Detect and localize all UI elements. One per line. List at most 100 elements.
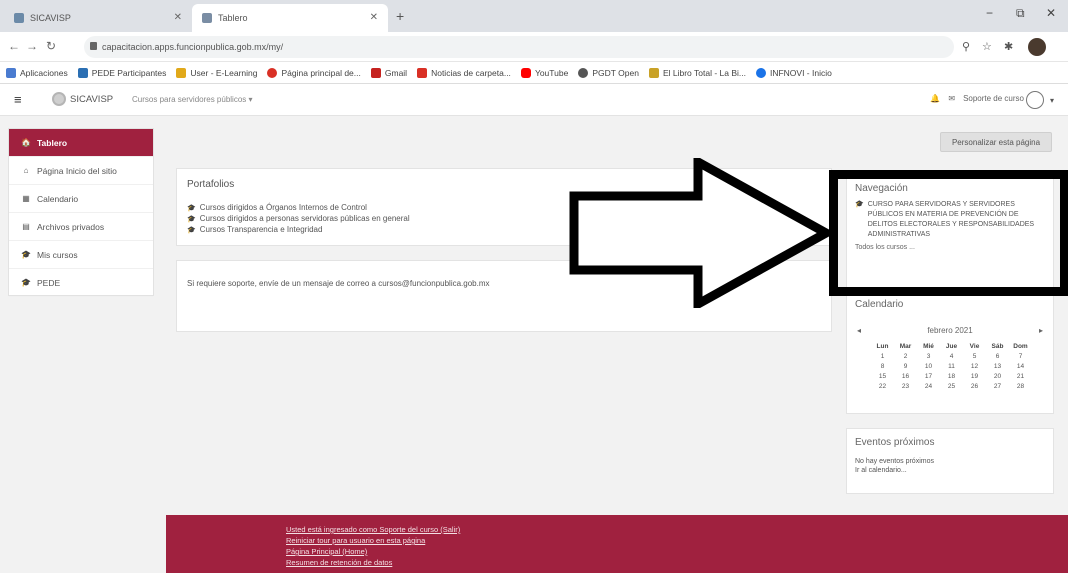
user-name[interactable]: Soporte de curso (963, 94, 1024, 103)
calendar-day[interactable]: 15 (871, 371, 894, 381)
bookmark-gmail[interactable]: Gmail (370, 67, 407, 78)
minimize-button[interactable]: − (986, 6, 993, 20)
sidebar-item-inicio[interactable]: ⌂ Página Inicio del sitio (9, 157, 153, 185)
calendar-day[interactable]: 14 (1009, 361, 1032, 371)
favicon-icon (14, 13, 24, 23)
calendar-day[interactable]: 25 (940, 381, 963, 391)
site-logo[interactable] (52, 92, 66, 106)
sidebar-item-mis-cursos[interactable]: 🎓 Mis cursos (9, 241, 153, 269)
sidebar-item-tablero[interactable]: 🏠 Tablero (9, 129, 153, 157)
graduation-cap-icon: 🎓 (187, 204, 196, 212)
annotation-highlight-box (829, 170, 1068, 296)
calendar-day[interactable]: 17 (917, 371, 940, 381)
bookmark-pgdt[interactable]: PGDT Open (578, 67, 639, 78)
navbar-user-area: 🔔 ✉ Soporte de curso (930, 94, 1024, 103)
go-to-calendar-link[interactable]: Ir al calendario... (855, 467, 1045, 474)
calendar-day[interactable]: 26 (963, 381, 986, 391)
apps-icon (6, 67, 16, 78)
close-tab-icon[interactable]: ✕ (370, 12, 378, 23)
back-icon[interactable]: ← (8, 39, 20, 53)
sidebar-item-label: Página Inicio del sitio (37, 165, 117, 176)
close-tab-icon[interactable]: ✕ (174, 12, 182, 23)
prev-month-icon[interactable]: ◂ (857, 326, 861, 335)
calendar-day[interactable]: 21 (1009, 371, 1032, 381)
reload-icon[interactable]: ↻ (46, 39, 56, 53)
browser-tab-sicavisp[interactable]: SICAVISP ✕ (4, 4, 192, 32)
footer-home-link[interactable]: Página Principal (Home) (286, 547, 367, 556)
calendar-day[interactable]: 3 (917, 351, 940, 361)
sidebar-item-pede[interactable]: 🎓 PEDE (9, 269, 153, 297)
browser-tab-tablero[interactable]: Tablero ✕ (192, 4, 388, 32)
calendar-day[interactable]: 11 (940, 361, 963, 371)
user-avatar[interactable] (1026, 91, 1044, 109)
extensions-icon[interactable]: ✱ (1004, 40, 1013, 53)
calendar-day[interactable]: 12 (963, 361, 986, 371)
calendar-day[interactable]: 4 (940, 351, 963, 361)
courses-dropdown[interactable]: Cursos para servidores públicos ▾ (132, 95, 253, 104)
notifications-icon[interactable]: 🔔 (930, 94, 940, 103)
profile-avatar[interactable] (1028, 38, 1046, 56)
star-icon[interactable]: ☆ (982, 40, 992, 53)
bookmark-infnovi[interactable]: INFNOVI - Inicio (755, 67, 832, 78)
calendar-day[interactable]: 8 (871, 361, 894, 371)
calendar-day[interactable]: 27 (986, 381, 1009, 391)
page-footer: Usted está ingresado como Soporte del cu… (166, 515, 1068, 573)
calendar-day[interactable]: 23 (894, 381, 917, 391)
calendar-day[interactable]: 9 (894, 361, 917, 371)
tab-label: SICAVISP (30, 13, 71, 23)
site-name[interactable]: SICAVISP (70, 94, 113, 105)
sidebar-item-label: PEDE (37, 277, 61, 288)
calendar-day[interactable]: 5 (963, 351, 986, 361)
sidebar-item-archivos[interactable]: ▤ Archivos privados (9, 213, 153, 241)
bookmark-youtube[interactable]: YouTube (520, 67, 568, 78)
bookmark-apps[interactable]: Aplicaciones (6, 67, 68, 78)
bookmark-icon (578, 67, 589, 78)
menu-icon[interactable]: ≡ (14, 92, 22, 107)
footer-logged-in-link[interactable]: Usted está ingresado como Soporte del cu… (286, 525, 460, 534)
calendar-day[interactable]: 22 (871, 381, 894, 391)
calendar-day[interactable]: 7 (1009, 351, 1032, 361)
annotation-arrow-icon (569, 158, 836, 308)
block-title: Calendario (855, 299, 904, 310)
bookmark-icon (648, 67, 659, 78)
url-input[interactable]: capacitacion.apps.funcionpublica.gob.mx/… (84, 36, 954, 58)
footer-reset-tour-link[interactable]: Reiniciar tour para usuario en esta pági… (286, 536, 425, 545)
calendar-day[interactable]: 1 (871, 351, 894, 361)
bookmark-pede[interactable]: PEDE Participantes (77, 67, 166, 78)
calendar-nav: ◂ febrero 2021 ▸ (847, 326, 1053, 335)
calendar-day[interactable]: 13 (986, 361, 1009, 371)
customize-page-button[interactable]: Personalizar esta página (940, 132, 1052, 152)
sidebar-item-label: Calendario (37, 193, 79, 204)
sidebar-item-label: Mis cursos (37, 249, 78, 260)
new-tab-button[interactable]: + (396, 8, 404, 24)
search-icon[interactable]: ⚲ (962, 40, 970, 53)
calendar-day[interactable]: 16 (894, 371, 917, 381)
bookmark-pagina-principal[interactable]: Página principal de... (267, 67, 361, 78)
calendar-day[interactable]: 20 (986, 371, 1009, 381)
bookmark-icon (77, 67, 88, 78)
calendar-day[interactable]: 28 (1009, 381, 1032, 391)
next-month-icon[interactable]: ▸ (1039, 326, 1043, 335)
bookmark-libro-total[interactable]: El Libro Total - La Bi... (648, 67, 746, 78)
maximize-button[interactable]: ⧉ (1016, 6, 1025, 21)
messages-icon[interactable]: ✉ (948, 94, 955, 103)
user-menu-caret[interactable]: ▾ (1050, 96, 1054, 105)
calendar-day[interactable]: 10 (917, 361, 940, 371)
calendar-day[interactable]: 6 (986, 351, 1009, 361)
forward-icon[interactable]: → (26, 39, 38, 53)
lock-icon (90, 42, 97, 50)
calendar-day[interactable]: 24 (917, 381, 940, 391)
calendar-day[interactable]: 2 (894, 351, 917, 361)
site-navbar: ≡ SICAVISP Cursos para servidores públic… (0, 84, 1068, 116)
footer-data-retention-link[interactable]: Resumen de retención de datos (286, 558, 392, 567)
bookmark-elearning[interactable]: User - E-Learning (176, 67, 257, 78)
graduation-cap-icon: 🎓 (21, 250, 31, 259)
sidebar-item-calendario[interactable]: ▦ Calendario (9, 185, 153, 213)
calendar-day[interactable]: 19 (963, 371, 986, 381)
calendar-day[interactable]: 18 (940, 371, 963, 381)
bookmark-noticias[interactable]: Noticias de carpeta... (417, 67, 511, 78)
close-window-button[interactable]: ✕ (1046, 6, 1056, 20)
calendar-icon: ▦ (22, 194, 30, 203)
bookmark-icon (417, 67, 428, 78)
favicon-icon (202, 13, 212, 23)
